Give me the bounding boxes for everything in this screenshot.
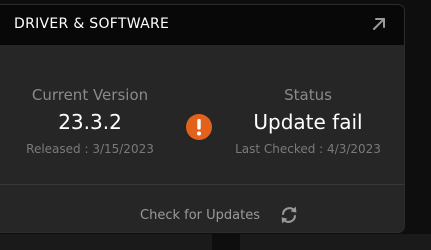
- current-version-value: 23.3.2: [58, 110, 122, 134]
- current-version-section: Current Version 23.3.2 Released : 3/15/2…: [20, 85, 160, 157]
- exclamation-circle-icon: [186, 114, 212, 140]
- page: DRIVER & SOFTWARE Current Version 23.3.2…: [0, 0, 431, 250]
- expand-arrow-icon[interactable]: [370, 15, 388, 33]
- driver-software-card: DRIVER & SOFTWARE Current Version 23.3.2…: [0, 5, 404, 232]
- background-panel: [0, 234, 212, 250]
- check-updates-row: Check for Updates: [0, 201, 404, 231]
- current-version-label: Current Version: [31, 86, 149, 104]
- status-section: Status Update fail Last Checked : 4/3/20…: [222, 85, 394, 157]
- background-panel: [240, 234, 431, 250]
- status-label: Status: [284, 86, 332, 104]
- last-checked-date: Last Checked : 4/3/2023: [235, 142, 381, 156]
- refresh-icon[interactable]: [278, 204, 300, 226]
- status-value: Update fail: [253, 110, 363, 134]
- divider: [0, 184, 404, 185]
- check-for-updates-button[interactable]: Check for Updates: [140, 208, 260, 223]
- card-header: DRIVER & SOFTWARE: [0, 5, 404, 45]
- card-title: DRIVER & SOFTWARE: [14, 16, 170, 32]
- released-date: Released : 3/15/2023: [26, 142, 154, 156]
